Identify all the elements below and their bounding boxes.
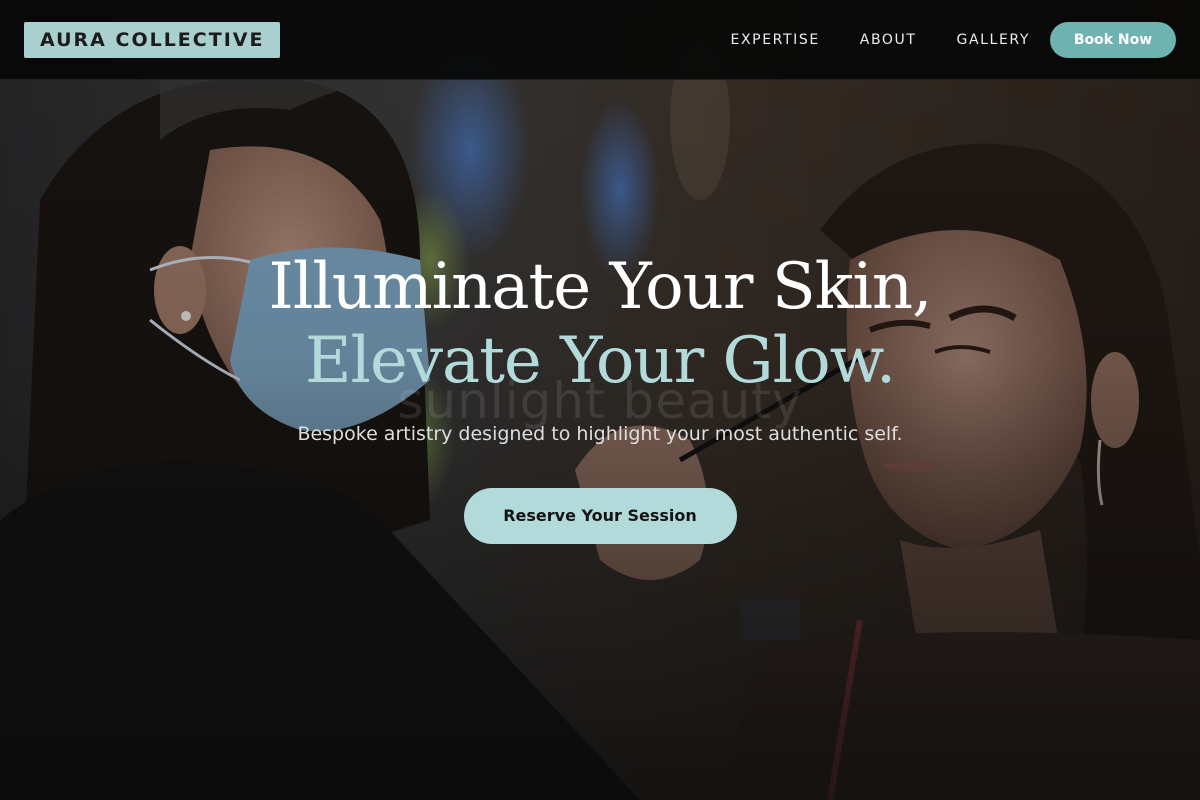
landing-page: AURA COLLECTIVE EXPERTISE ABOUT GALLERY …	[0, 0, 1200, 800]
nav-link-expertise[interactable]: EXPERTISE	[731, 32, 820, 48]
book-now-button[interactable]: Book Now	[1050, 22, 1176, 58]
hero-headline-line2: Elevate Your Glow.	[304, 324, 896, 398]
top-navbar: AURA COLLECTIVE EXPERTISE ABOUT GALLERY …	[0, 0, 1200, 80]
hero-headline-line1: Illuminate Your Skin,	[268, 250, 933, 324]
nav-link-about[interactable]: ABOUT	[860, 32, 917, 48]
hero-headline: Illuminate Your Skin, Elevate Your Glow.	[0, 250, 1200, 398]
brand-logo[interactable]: AURA COLLECTIVE	[24, 22, 281, 58]
reserve-session-button[interactable]: Reserve Your Session	[463, 488, 737, 544]
hero-content: sunlight beauty Illuminate Your Skin, El…	[0, 250, 1200, 544]
nav-links: EXPERTISE ABOUT GALLERY	[731, 0, 1030, 80]
nav-link-gallery[interactable]: GALLERY	[957, 32, 1030, 48]
hero-subtitle: Bespoke artistry designed to highlight y…	[297, 423, 903, 445]
